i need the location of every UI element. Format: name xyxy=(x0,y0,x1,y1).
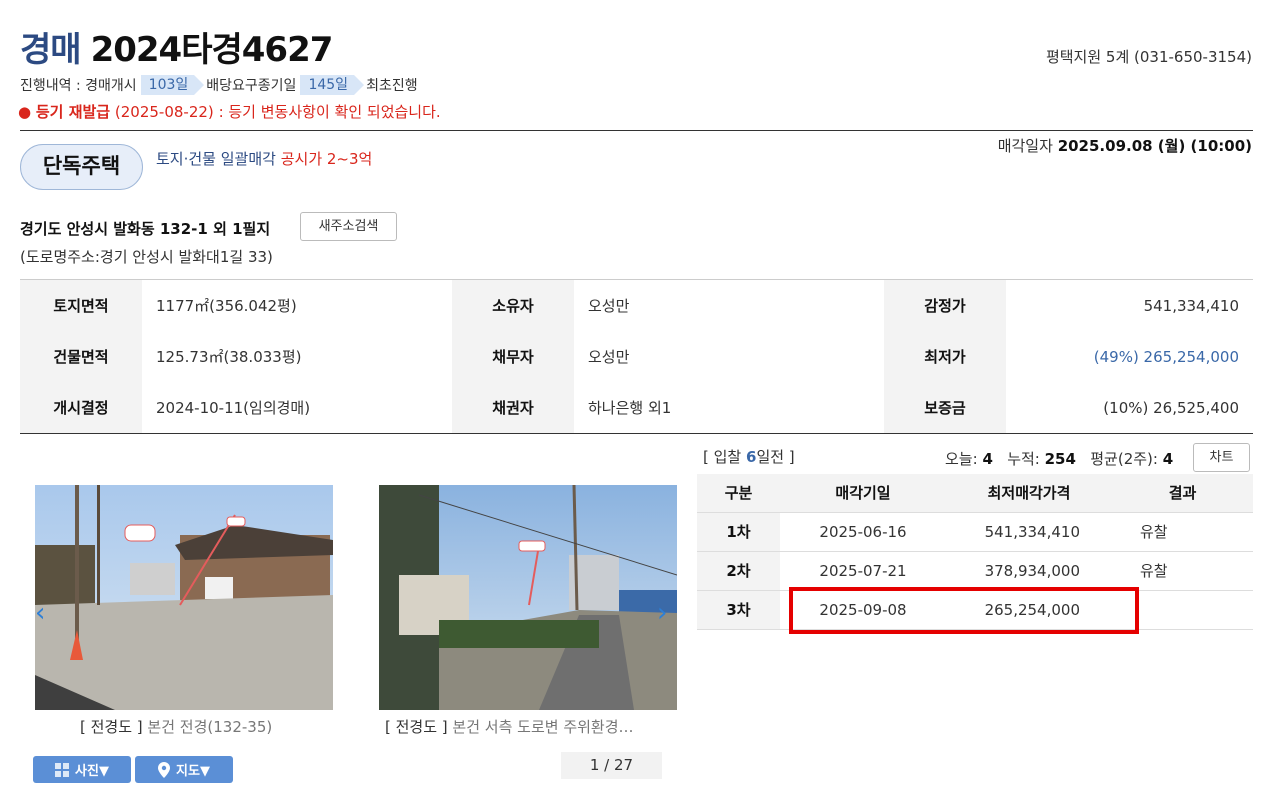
debtor-label: 채무자 xyxy=(452,331,574,382)
minimum-price-label: 최저가 xyxy=(884,331,1006,382)
case-title: 경매 2024타경4627 xyxy=(20,22,334,71)
view-stats: 오늘: 4 누적: 254 평균(2주): 4 xyxy=(945,448,1173,469)
sale-method: 토지·건물 일괄매각 공시가 2~3억 xyxy=(156,148,372,169)
land-area-value: 1177㎡(356.042평) xyxy=(156,297,297,315)
table-row: 건물면적 125.73㎡(38.033평) 채무자 오성만 최저가 (49%) … xyxy=(20,331,1253,382)
progress-days-deadline: 145일 xyxy=(300,75,364,95)
court-info: 평택지원 5계 (031-650-3154) xyxy=(1045,48,1252,66)
round-cell: 2차 xyxy=(697,551,780,591)
table-row: 1차 2025-06-16 541,334,410 유찰 xyxy=(697,512,1253,552)
caption-text: 본건 서측 도로변 주위환경… xyxy=(452,718,634,736)
total-count: 254 xyxy=(1044,450,1076,468)
owner-label: 소유자 xyxy=(452,280,574,331)
new-address-search-button[interactable]: 새주소검색 xyxy=(300,212,397,241)
progress-timeline: 진행내역 : 경매개시 103일 배당요구종기일 145일 최초진행 xyxy=(20,75,418,95)
round-cell: 1차 xyxy=(697,512,780,552)
photo-button-label: 사진▼ xyxy=(75,764,109,779)
caption-text: 본건 전경(132-35) xyxy=(147,718,273,736)
minimum-price-value: (49%) 265,254,000 xyxy=(1093,347,1239,366)
road-address: (도로명주소:경기 안성시 발화대1길 33) xyxy=(20,248,273,266)
building-area-value: 125.73㎡(38.033평) xyxy=(156,348,302,366)
caption-tag: [ 전경도 ] xyxy=(80,718,143,736)
date-cell: 2025-07-21 xyxy=(780,551,946,591)
sale-date-label: 매각일자 xyxy=(997,137,1053,155)
commencement-value: 2024-10-11(임의경매) xyxy=(156,399,311,417)
property-type-badge: 단독주택 xyxy=(20,144,143,190)
column-header: 최저매각가격 xyxy=(946,474,1112,513)
table-row: 개시결정 2024-10-11(임의경매) 채권자 하나은행 외1 보증금 (1… xyxy=(20,382,1253,433)
table-header-row: 구분 매각기일 최저매각가격 결과 xyxy=(697,474,1253,513)
notice-title: 등기 재발급 xyxy=(35,103,111,121)
property-info-table: 토지면적 1177㎡(356.042평) 소유자 오성만 감정가 541,334… xyxy=(20,280,1253,433)
average-label: 평균(2주): xyxy=(1090,450,1158,468)
bid-suffix: 일전 ] xyxy=(756,448,795,466)
photo-pager: 1 / 27 xyxy=(561,752,662,779)
photo-caption-2: [ 전경도 ] 본건 서측 도로변 주위환경… xyxy=(385,716,685,737)
building-area-label: 건물면적 xyxy=(20,331,142,382)
bullet-icon: ● xyxy=(18,103,32,121)
notice-message: : 등기 변동사항이 확인 되었습니다. xyxy=(218,103,441,121)
official-price-note: 공시가 2~3억 xyxy=(280,150,373,168)
table-row: 2차 2025-07-21 378,934,000 유찰 xyxy=(697,551,1253,591)
commencement-label: 개시결정 xyxy=(20,382,142,433)
property-photo-2[interactable] xyxy=(379,485,677,710)
notice-date: (2025-08-22) xyxy=(114,103,214,121)
progress-label-deadline: 배당요구종기일 xyxy=(206,78,297,94)
map-pin-icon xyxy=(158,761,171,778)
bid-days: 6 xyxy=(746,448,757,466)
result-cell: 유찰 xyxy=(1112,551,1253,591)
sale-date-value: 2025.09.08 (월) (10:00) xyxy=(1057,137,1252,155)
owner-value: 오성만 xyxy=(588,297,630,315)
chart-button[interactable]: 차트 xyxy=(1193,443,1250,472)
next-photo-icon[interactable]: › xyxy=(657,598,667,628)
progress-label-start: 진행내역 : 경매개시 xyxy=(20,78,137,94)
round-cell: 3차 xyxy=(697,590,780,630)
today-label: 오늘: xyxy=(945,450,978,468)
case-number: 2024타경4627 xyxy=(90,30,334,70)
divider xyxy=(20,433,1253,434)
column-header: 구분 xyxy=(697,474,780,513)
grid-icon xyxy=(55,762,70,777)
debtor-value: 오성만 xyxy=(588,348,630,366)
deposit-label: 보증금 xyxy=(884,382,1006,433)
column-header: 결과 xyxy=(1112,474,1253,513)
price-cell: 378,934,000 xyxy=(946,551,1112,591)
appraisal-label: 감정가 xyxy=(884,280,1006,331)
caption-tag: [ 전경도 ] xyxy=(385,718,448,736)
bid-prefix: [ 입찰 xyxy=(703,448,746,466)
result-cell: 유찰 xyxy=(1112,512,1253,552)
total-label: 누적: xyxy=(1007,450,1040,468)
photo-caption-1: [ 전경도 ] 본건 전경(132-35) xyxy=(80,716,380,737)
map-dropdown-button[interactable]: 지도▼ xyxy=(135,756,233,783)
column-header: 매각기일 xyxy=(780,474,946,513)
property-address: 경기도 안성시 발화동 132-1 외 1필지 xyxy=(20,220,271,238)
photo-dropdown-button[interactable]: 사진▼ xyxy=(33,756,131,783)
current-round-highlight xyxy=(789,587,1139,634)
land-area-label: 토지면적 xyxy=(20,280,142,331)
sale-method-text: 토지·건물 일괄매각 xyxy=(156,150,276,168)
progress-label-first: 최초진행 xyxy=(366,78,418,94)
previous-photo-icon[interactable]: ‹ xyxy=(35,598,45,628)
registry-notice[interactable]: ● 등기 재발급 (2025-08-22) : 등기 변동사항이 확인 되었습니… xyxy=(18,101,441,122)
auction-kind: 경매 xyxy=(20,30,82,70)
divider xyxy=(20,130,1253,131)
creditor-value: 하나은행 외1 xyxy=(588,399,672,417)
date-cell: 2025-06-16 xyxy=(780,512,946,552)
creditor-label: 채권자 xyxy=(452,382,574,433)
sale-date-info: 매각일자 2025.09.08 (월) (10:00) xyxy=(998,135,1252,156)
map-button-label: 지도▼ xyxy=(176,764,210,779)
table-row: 토지면적 1177㎡(356.042평) 소유자 오성만 감정가 541,334… xyxy=(20,280,1253,331)
today-count: 4 xyxy=(982,450,993,468)
bid-countdown: [ 입찰 6일전 ] xyxy=(703,446,795,467)
progress-days-start: 103일 xyxy=(140,75,204,95)
deposit-value: (10%) 26,525,400 xyxy=(1103,398,1239,417)
average-count: 4 xyxy=(1162,450,1174,468)
price-cell: 541,334,410 xyxy=(946,512,1112,552)
appraisal-value: 541,334,410 xyxy=(1143,296,1239,315)
property-photo-1[interactable] xyxy=(35,485,333,710)
